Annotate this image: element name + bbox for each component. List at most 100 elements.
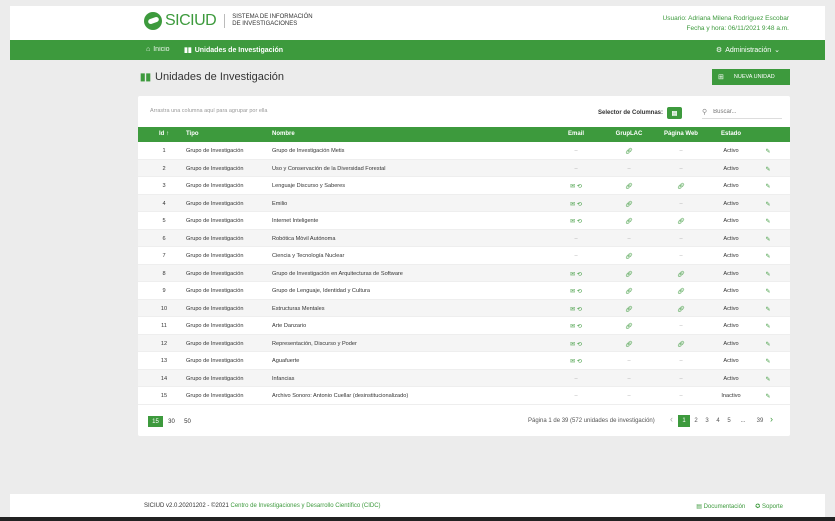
cell-id: 2 xyxy=(162,165,166,172)
web-link-icon[interactable]: 🔗︎ xyxy=(661,271,701,278)
cell-estado: Activo xyxy=(723,253,739,259)
cell-tipo: Grupo de Investigación xyxy=(186,183,244,189)
nav-home[interactable]: ⌂ Inicio xyxy=(146,46,170,53)
cell-tipo: Grupo de Investigación xyxy=(186,165,244,172)
user-info: Usuario: Adriana Milena Rodríguez Escoba… xyxy=(663,14,789,34)
page-5[interactable]: 5 xyxy=(723,415,735,427)
edit-icon[interactable]: ✎ xyxy=(758,201,778,208)
nav-units[interactable]: ▮▮ Unidades de Investigación xyxy=(184,46,283,55)
table-row[interactable]: 14 Grupo de Investigación Infancias – – – Acti… xyxy=(138,369,790,387)
web-link-icon[interactable]: 🔗︎ xyxy=(661,288,701,295)
page-title: ▮▮ Unidades de Investigación xyxy=(140,71,285,83)
gruplac-link-icon[interactable]: 🔗︎ xyxy=(611,271,647,278)
edit-icon[interactable]: ✎ xyxy=(758,166,778,173)
edit-icon[interactable]: ✎ xyxy=(758,341,778,348)
header-nombre[interactable]: Nombre xyxy=(272,131,295,137)
edit-icon[interactable]: ✎ xyxy=(758,393,778,400)
email-icons[interactable]: ✉ ⟲ xyxy=(558,201,594,208)
cell-tipo: Grupo de Investigación xyxy=(186,288,244,294)
email-icons[interactable]: ✉ ⟲ xyxy=(558,288,594,295)
header-id[interactable]: Id ↑ xyxy=(138,131,190,137)
web-link-icon[interactable]: 🔗︎ xyxy=(661,183,701,190)
header-gruplac[interactable]: GrupLAC xyxy=(611,131,647,137)
web-link-icon[interactable]: 🔗︎ xyxy=(661,341,701,348)
documentation-link[interactable]: ▤ Documentación xyxy=(696,503,745,510)
edit-icon[interactable]: ✎ xyxy=(758,306,778,313)
nav-admin-dropdown[interactable]: ⚙ Administración ⌄ xyxy=(716,46,783,55)
web-link-icon[interactable]: 🔗︎ xyxy=(661,306,701,313)
cell-id: 11 xyxy=(161,323,167,329)
page-size-15[interactable]: 15 xyxy=(148,416,163,427)
web-link-icon[interactable]: 🔗︎ xyxy=(661,218,701,225)
search-input[interactable] xyxy=(713,108,774,115)
edit-icon[interactable]: ✎ xyxy=(758,288,778,295)
email-empty: – xyxy=(574,253,578,259)
gruplac-empty: – xyxy=(627,235,631,242)
table-row[interactable]: 15 Grupo de Investigación Archivo Sonoro: … xyxy=(138,387,790,405)
header-email[interactable]: Email xyxy=(558,131,594,137)
gruplac-link-icon[interactable]: 🔗︎ xyxy=(611,148,647,155)
email-icons[interactable]: ✉ ⟲ xyxy=(558,218,594,225)
email-icons[interactable]: ✉ ⟲ xyxy=(558,306,594,313)
table-row[interactable]: 2 Grupo de Investigación Uso y Conservació… xyxy=(138,159,790,177)
edit-icon[interactable]: ✎ xyxy=(758,253,778,260)
cell-id: 5 xyxy=(162,218,166,224)
new-unit-button[interactable]: ⊞ NUEVA UNIDAD xyxy=(712,69,790,85)
cell-nombre: Internet Inteligente xyxy=(272,218,319,224)
edit-icon[interactable]: ✎ xyxy=(758,236,778,243)
group-panel-hint[interactable]: Arrastra una columna aquí para agrupar p… xyxy=(150,108,267,114)
email-icons[interactable]: ✉ ⟲ xyxy=(558,341,594,348)
gruplac-link-icon[interactable]: 🔗︎ xyxy=(611,306,647,313)
table-row[interactable]: 12 Grupo de Investigación Representación, … xyxy=(138,334,790,352)
edit-icon[interactable]: ✎ xyxy=(758,376,778,383)
cidc-link[interactable]: Centro de Investigaciones y Desarrollo C… xyxy=(230,503,380,509)
gruplac-link-icon[interactable]: 🔗︎ xyxy=(611,253,647,260)
table-row[interactable]: 7 Grupo de Investigación Ciencia y Tecnolo… xyxy=(138,247,790,265)
email-icons[interactable]: ✉ ⟲ xyxy=(558,183,594,190)
page-size-50[interactable]: 50 xyxy=(180,416,195,427)
table-row[interactable]: 6 Grupo de Investigación Robótica Mòvil Au… xyxy=(138,229,790,247)
table-row[interactable]: 3 Grupo de Investigación Lenguaje Discurso… xyxy=(138,177,790,195)
page-39[interactable]: 39 xyxy=(754,415,766,427)
header-estado[interactable]: Estado xyxy=(714,131,748,137)
gruplac-link-icon[interactable]: 🔗︎ xyxy=(611,201,647,208)
edit-icon[interactable]: ✎ xyxy=(758,271,778,278)
header-tipo[interactable]: Tipo xyxy=(186,131,199,137)
page-size-30[interactable]: 30 xyxy=(164,416,179,427)
page-1[interactable]: 1 xyxy=(678,415,690,427)
table-row[interactable]: 10 Grupo de Investigación Estructuras Ment… xyxy=(138,299,790,317)
table-row[interactable]: 8 Grupo de Investigación Grupo de Investig… xyxy=(138,264,790,282)
email-icons[interactable]: ✉ ⟲ xyxy=(558,323,594,330)
table-row[interactable]: 9 Grupo de Investigación Grupo de Lenguaje… xyxy=(138,282,790,300)
edit-icon[interactable]: ✎ xyxy=(758,183,778,190)
app-logo[interactable]: SICIUD SISTEMA DE INFORMACIÓN DE INVESTI… xyxy=(144,12,319,30)
edit-icon[interactable]: ✎ xyxy=(758,148,778,155)
table-row[interactable]: 4 Grupo de Investigación Emilio ✉ ⟲ 🔗︎ – Activ… xyxy=(138,194,790,212)
gruplac-link-icon[interactable]: 🔗︎ xyxy=(611,218,647,225)
gruplac-link-icon[interactable]: 🔗︎ xyxy=(611,183,647,190)
support-link[interactable]: ✪ Soporte xyxy=(755,503,783,510)
edit-icon[interactable]: ✎ xyxy=(758,218,778,225)
web-empty: – xyxy=(679,375,683,382)
cell-tipo: Grupo de Investigación xyxy=(186,148,244,154)
datetime: Fecha y hora: 06/11/2021 9:48 a.m. xyxy=(686,25,789,32)
gruplac-link-icon[interactable]: 🔗︎ xyxy=(611,323,647,330)
table-row[interactable]: 5 Grupo de Investigación Internet Intelige… xyxy=(138,212,790,230)
prev-page-icon[interactable]: ‹ xyxy=(670,414,673,424)
email-icons[interactable]: ✉ ⟲ xyxy=(558,358,594,365)
cell-nombre: Grupo de Lenguaje, Identidad y Cultura xyxy=(272,288,370,294)
email-icons[interactable]: ✉ ⟲ xyxy=(558,271,594,278)
table-row[interactable]: 1 Grupo de Investigación Grupo de Investig… xyxy=(138,142,790,160)
edit-icon[interactable]: ✎ xyxy=(758,358,778,365)
column-chooser-button[interactable]: ▤ xyxy=(667,107,683,119)
header-pagina-web[interactable]: Página Web xyxy=(661,131,701,137)
next-page-icon[interactable]: › xyxy=(770,414,773,424)
cell-id: 10 xyxy=(160,305,168,312)
gruplac-link-icon[interactable]: 🔗︎ xyxy=(611,341,647,348)
gruplac-link-icon[interactable]: 🔗︎ xyxy=(611,288,647,295)
web-empty: – xyxy=(679,235,683,242)
cell-id: 13 xyxy=(160,358,168,364)
table-row[interactable]: 11 Grupo de Investigación Arte Danzario ✉ ⟲… xyxy=(138,317,790,335)
table-row[interactable]: 13 Grupo de Investigación Aguafuerte ✉ ⟲ – – A… xyxy=(138,352,790,370)
edit-icon[interactable]: ✎ xyxy=(758,323,778,330)
